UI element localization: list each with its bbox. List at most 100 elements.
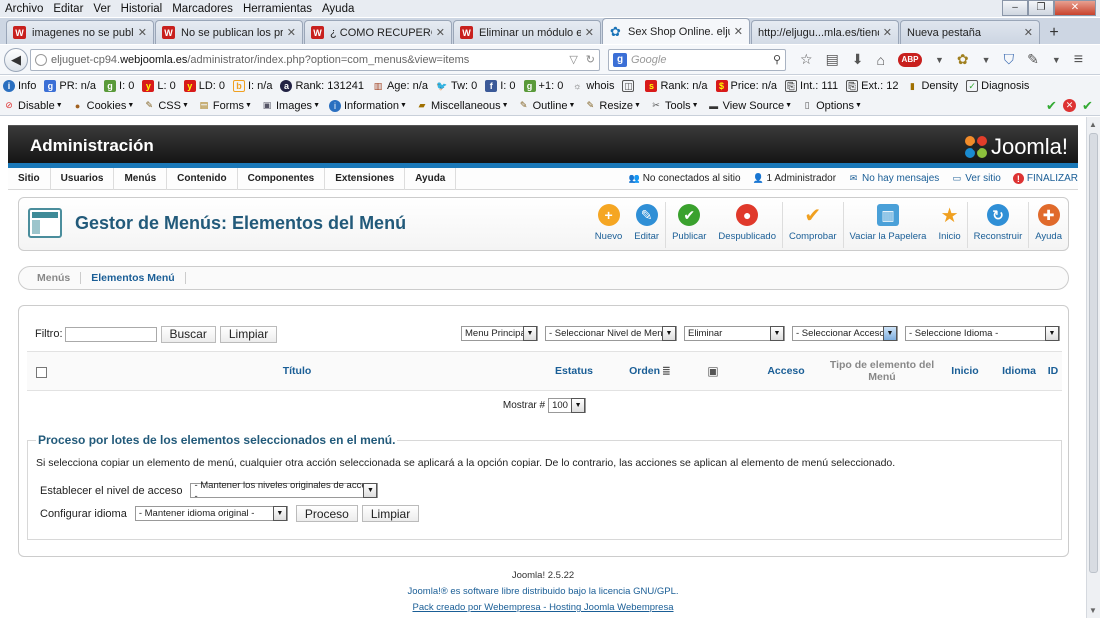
toolbar-inicio-button[interactable]: ★ Inicio xyxy=(932,202,966,248)
seo-alexa-rank[interactable]: a Rank: 131241 xyxy=(280,80,364,92)
url-bar[interactable]: eljuguet-cp94. webjoomla.es/administrator… xyxy=(30,48,600,71)
search-icon[interactable]: ⚲ xyxy=(773,53,781,66)
browser-tab[interactable]: W No se publican los pre... ✕ xyxy=(155,20,303,44)
toolbar-editar-button[interactable]: ✎ Editar xyxy=(628,202,665,248)
menu-ayuda-joomla[interactable]: Ayuda xyxy=(405,167,457,190)
check-green-icon[interactable]: ✔ xyxy=(1081,98,1094,113)
error-red-icon[interactable]: ✕ xyxy=(1063,99,1076,112)
close-tab-icon[interactable]: ✕ xyxy=(287,26,296,39)
submenu-elementos-menu[interactable]: Elementos Menú xyxy=(81,272,186,284)
scroll-thumb[interactable] xyxy=(1089,133,1098,573)
menu-herramientas[interactable]: Herramientas xyxy=(238,3,317,15)
search-bar[interactable]: g Google ⚲ xyxy=(608,48,786,71)
adblock-icon[interactable]: ABP xyxy=(898,52,922,67)
col-orden[interactable]: Orden ≣ xyxy=(625,352,675,392)
menu-extensiones[interactable]: Extensiones xyxy=(325,167,406,190)
shield-icon[interactable]: ⛉ xyxy=(1004,51,1015,68)
wd-cookies[interactable]: ● Cookies ▼ xyxy=(72,100,134,112)
dropdown-arrow-icon[interactable]: ▼ xyxy=(935,55,944,65)
seo-semrush-rank[interactable]: s Rank: n/a xyxy=(645,80,708,92)
wd-css[interactable]: ✎ CSS ▼ xyxy=(143,100,189,112)
close-tab-icon[interactable]: ✕ xyxy=(734,25,743,38)
hamburger-menu-icon[interactable]: ≡ xyxy=(1074,51,1083,69)
state-select[interactable]: Eliminar ▼ xyxy=(684,326,785,341)
menu-editar[interactable]: Editar xyxy=(48,3,88,15)
seo-price[interactable]: $ Price: n/a xyxy=(715,80,777,92)
minimize-button[interactable]: – xyxy=(1002,0,1028,16)
reload-icon[interactable]: ↻ xyxy=(586,53,595,66)
browser-tab[interactable]: W imagenes no se public... ✕ xyxy=(6,20,154,44)
scroll-down-icon[interactable]: ▼ xyxy=(1089,606,1097,615)
clear-button[interactable]: Limpiar xyxy=(219,325,278,343)
submenu-menus[interactable]: Menús xyxy=(27,272,82,284)
wd-miscellaneous[interactable]: ▰ Miscellaneous ▼ xyxy=(416,100,509,112)
search-button[interactable]: Buscar xyxy=(160,325,216,343)
scroll-up-icon[interactable]: ▲ xyxy=(1089,120,1097,129)
menu-select[interactable]: Menu Principal ▼ xyxy=(461,326,538,341)
wd-forms[interactable]: ▤ Forms ▼ xyxy=(198,100,252,112)
close-window-button[interactable]: ✕ xyxy=(1054,0,1096,16)
dropdown-arrow-icon[interactable]: ▽ xyxy=(569,53,577,66)
seo-pagerank[interactable]: g PR: n/a xyxy=(44,80,96,92)
level-select[interactable]: - Seleccionar Nivel de Menú - ▼ xyxy=(545,326,677,341)
menu-sitio[interactable]: Sitio xyxy=(8,167,51,190)
menu-marcadores[interactable]: Marcadores xyxy=(167,3,238,15)
seo-internal-links[interactable]: ⎘ Int.: 111 xyxy=(785,80,838,92)
seo-whois[interactable]: ☼ whois xyxy=(571,80,614,92)
col-titulo[interactable]: Título xyxy=(267,352,327,392)
browser-tab[interactable]: Nueva pestaña ✕ xyxy=(900,20,1040,44)
seo-linkdomain[interactable]: y LD: 0 xyxy=(183,80,225,92)
close-tab-icon[interactable]: ✕ xyxy=(1024,26,1033,39)
toolbar-nuevo-button[interactable]: + Nuevo xyxy=(589,202,628,248)
limit-select[interactable]: 100 ▼ xyxy=(548,398,587,413)
browser-tab[interactable]: http://eljugu...mla.es/tienda ✕ xyxy=(751,20,899,44)
batch-process-button[interactable]: Proceso xyxy=(295,505,358,522)
seo-density[interactable]: ▮ Density xyxy=(906,80,958,92)
menu-historial[interactable]: Historial xyxy=(116,3,168,15)
browser-tab-active[interactable]: ✿ Sex Shop Online. eljug... ✕ xyxy=(602,18,750,44)
wd-resize[interactable]: ✎ Resize ▼ xyxy=(584,100,641,112)
seo-links[interactable]: y L: 0 xyxy=(142,80,176,92)
access-select[interactable]: - Seleccionar Acceso - ▼ xyxy=(792,326,898,341)
new-tab-button[interactable]: + xyxy=(1041,22,1067,44)
dropdown-arrow-icon[interactable]: ▼ xyxy=(1052,55,1061,65)
footer-license[interactable]: Joomla!® es software libre distribuido b… xyxy=(0,584,1086,600)
menu-menus[interactable]: Menús xyxy=(114,167,168,190)
close-tab-icon[interactable]: ✕ xyxy=(585,26,594,39)
wd-disable[interactable]: ⊘ Disable ▼ xyxy=(3,100,62,112)
check-green-icon[interactable]: ✔ xyxy=(1045,98,1058,113)
bookmark-star-icon[interactable]: ☆ xyxy=(800,51,813,68)
batch-clear-button[interactable]: Limpiar xyxy=(361,505,420,522)
filter-search-input[interactable] xyxy=(64,326,157,342)
seo-googleplus[interactable]: g +1: 0 xyxy=(523,80,563,92)
wd-tools[interactable]: ✂ Tools ▼ xyxy=(650,100,698,112)
toolbar-comprobar-button[interactable]: ✔ Comprobar xyxy=(782,202,843,248)
select-all-checkbox[interactable] xyxy=(35,352,47,392)
col-estatus[interactable]: Estatus xyxy=(547,352,601,392)
save-order-icon[interactable]: ▣ xyxy=(703,352,723,392)
wd-outline[interactable]: ✎ Outline ▼ xyxy=(518,100,576,112)
toolbar-ayuda-button[interactable]: ✚ Ayuda xyxy=(1028,202,1068,248)
seo-age[interactable]: ▥ Age: n/a xyxy=(372,80,428,92)
maximize-button[interactable]: ❐ xyxy=(1028,0,1054,16)
toolbar-reconstruir-button[interactable]: ↻ Reconstruir xyxy=(966,202,1029,248)
status-messages[interactable]: ✉ No hay mensajes xyxy=(848,173,940,184)
seo-facebook[interactable]: f I: 0 xyxy=(485,80,516,92)
browser-tab[interactable]: W ¿ COMO RECUPERO U... ✕ xyxy=(304,20,452,44)
seo-info[interactable]: i Info xyxy=(3,80,36,92)
seo-index[interactable]: g I: 0 xyxy=(104,80,134,92)
bookmarks-list-icon[interactable]: ▤ xyxy=(826,51,839,68)
close-tab-icon[interactable]: ✕ xyxy=(883,26,892,39)
dropdown-arrow-icon[interactable]: ▼ xyxy=(982,55,991,65)
download-icon[interactable]: ⬇ xyxy=(852,51,864,68)
wd-options[interactable]: ▯ Options ▼ xyxy=(801,100,862,112)
tools-icon[interactable]: ✎ xyxy=(1027,51,1039,68)
logout-link[interactable]: ! FINALIZAR xyxy=(1012,173,1078,184)
home-icon[interactable]: ⌂ xyxy=(877,52,885,68)
vertical-scrollbar[interactable]: ▲ ▼ xyxy=(1086,117,1100,618)
seo-source[interactable]: ◫ xyxy=(622,80,637,92)
menu-archivo[interactable]: Archivo xyxy=(0,3,48,15)
toolbar-vaciar-papelera-button[interactable]: ▥ Vaciar la Papelera xyxy=(842,202,933,248)
menu-ver[interactable]: Ver xyxy=(88,3,115,15)
col-id[interactable]: ID xyxy=(1043,352,1063,392)
